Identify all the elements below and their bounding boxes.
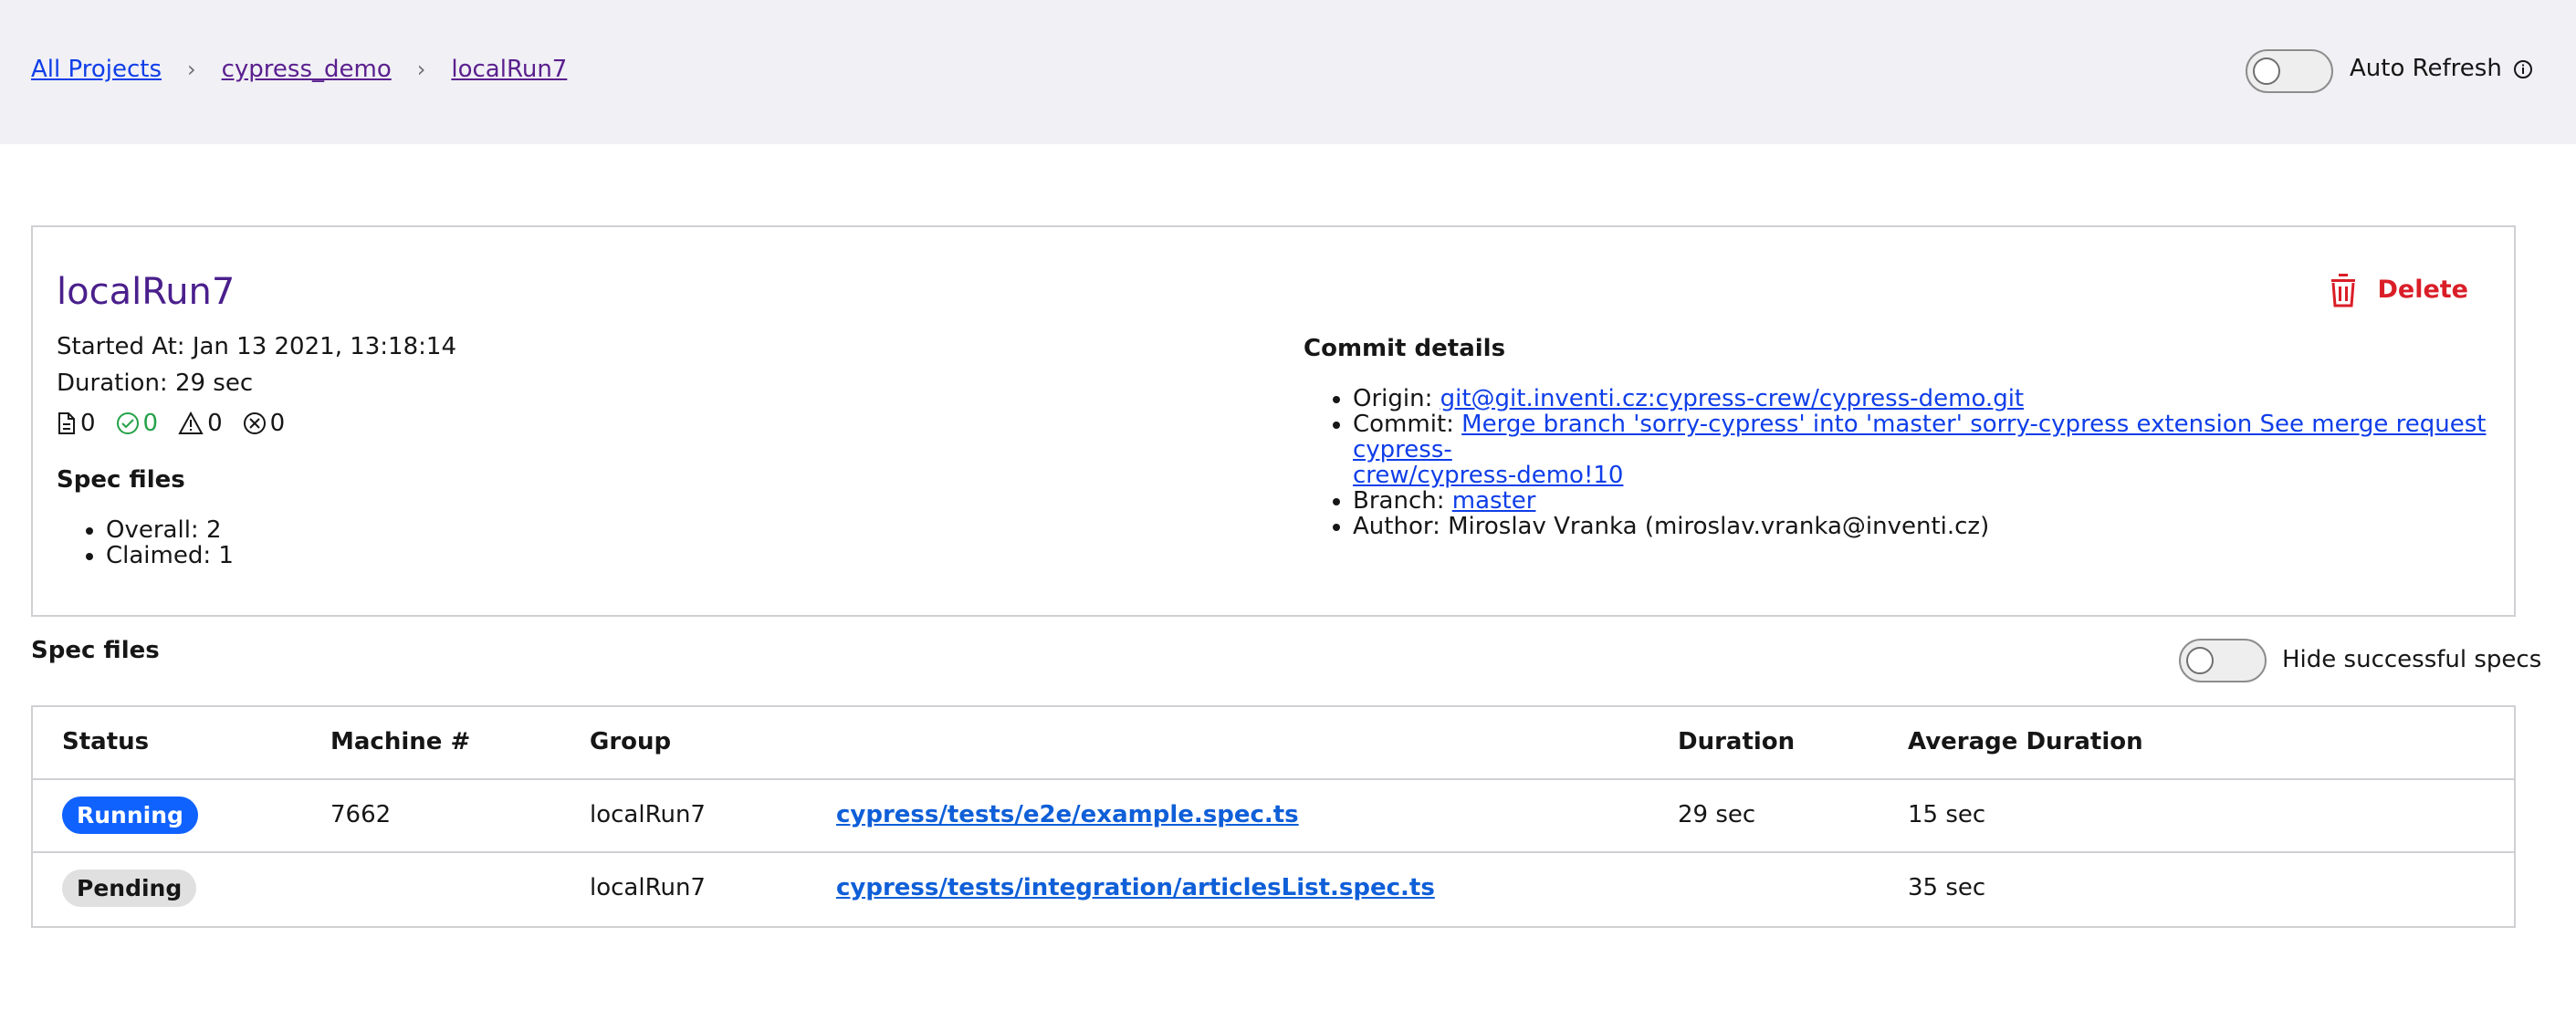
breadcrumb-run[interactable]: localRun7 [451, 56, 567, 83]
passed-count: 0 [116, 410, 158, 437]
spec-link[interactable]: cypress/tests/integration/articlesList.s… [836, 874, 1435, 901]
column-group[interactable]: Group [590, 707, 671, 776]
spec-link[interactable]: cypress/tests/e2e/example.spec.ts [836, 801, 1299, 828]
average-duration-cell: 35 sec [1908, 874, 1986, 901]
breadcrumb: All Projects › cypress_demo › localRun7 [31, 53, 567, 86]
status-badge: Pending [62, 869, 197, 907]
spec-cell: cypress/tests/integration/articlesList.s… [836, 853, 1435, 922]
status-cell: Pending [62, 853, 197, 922]
toggle-knob [2186, 647, 2214, 674]
info-icon[interactable] [2513, 58, 2533, 78]
status-badge: Running [62, 796, 198, 834]
auto-refresh-label: Auto Refresh [2350, 55, 2533, 82]
column-duration[interactable]: Duration [1678, 707, 1795, 776]
document-icon [58, 412, 75, 434]
origin-link[interactable]: git@git.inventi.cz:cypress-crew/cypress-… [1440, 385, 2025, 412]
hide-successful-label: Hide successful specs [2282, 646, 2542, 673]
files-count: 0 [57, 410, 96, 437]
group-cell: localRun7 [590, 801, 706, 828]
table-row: Running 7662 localRun7 cypress/tests/e2e… [33, 780, 2514, 853]
breadcrumb-project[interactable]: cypress_demo [222, 56, 392, 83]
trash-icon [2331, 274, 2356, 307]
run-title: localRun7 [57, 271, 236, 313]
hide-successful-toggle[interactable] [2179, 639, 2267, 682]
error-circle-icon [243, 412, 266, 434]
warning-icon [178, 411, 204, 434]
commit-link[interactable]: Merge branch 'sorry-cypress' into 'maste… [1353, 411, 2486, 489]
toggle-knob [2253, 57, 2280, 85]
commit-details-list: Origin: git@git.inventi.cz:cypress-crew/… [1280, 386, 2512, 539]
spec-files-summary: Overall: 2 Claimed: 1 [33, 517, 581, 568]
spec-cell: cypress/tests/e2e/example.spec.ts [836, 780, 1299, 849]
spec-files-title: Spec files [31, 637, 160, 664]
run-summary-card: localRun7 Delete Started At: Jan 13 2021… [31, 225, 2516, 617]
commit-branch: Branch: master [1353, 488, 2512, 514]
delete-button[interactable]: Delete [2328, 271, 2468, 307]
machine-cell: 7662 [330, 801, 392, 828]
list-item: Claimed: 1 [106, 543, 581, 568]
check-circle-icon [116, 412, 139, 434]
column-average-duration[interactable]: Average Duration [1908, 707, 2143, 776]
duration: Duration: 29 sec [57, 370, 254, 397]
started-at: Started At: Jan 13 2021, 13:18:14 [57, 333, 456, 360]
group-cell: localRun7 [590, 874, 706, 901]
commit-author: Author: Miroslav Vranka (miroslav.vranka… [1353, 514, 2512, 539]
auto-refresh-toggle[interactable] [2246, 49, 2333, 93]
breadcrumb-separator: › [187, 57, 196, 82]
top-bar: All Projects › cypress_demo › localRun7 … [0, 0, 2576, 144]
failed-count: 0 [243, 410, 285, 437]
breadcrumb-separator: › [416, 57, 426, 82]
branch-link[interactable]: master [1452, 487, 1536, 515]
duration-cell: 29 sec [1678, 801, 1756, 828]
table-row: Pending localRun7 cypress/tests/integrat… [33, 853, 2514, 926]
spec-files-table: Status Machine # Group Duration Average … [31, 705, 2516, 928]
auto-refresh-text: Auto Refresh [2350, 55, 2502, 82]
commit-details-heading: Commit details [1304, 335, 1506, 362]
table-header: Status Machine # Group Duration Average … [33, 707, 2514, 780]
average-duration-cell: 15 sec [1908, 801, 1986, 828]
status-cell: Running [62, 780, 198, 849]
column-machine[interactable]: Machine # [330, 707, 470, 776]
commit-origin: Origin: git@git.inventi.cz:cypress-crew/… [1353, 386, 2512, 411]
spec-files-heading: Spec files [57, 466, 185, 494]
test-counts: 0 0 0 0 [57, 410, 305, 437]
delete-label: Delete [2377, 275, 2468, 304]
breadcrumb-all-projects[interactable]: All Projects [31, 56, 162, 83]
list-item: Overall: 2 [106, 517, 581, 543]
commit-message: Commit: Merge branch 'sorry-cypress' int… [1353, 411, 2512, 488]
column-status[interactable]: Status [62, 707, 149, 776]
warnings-count: 0 [178, 410, 223, 437]
